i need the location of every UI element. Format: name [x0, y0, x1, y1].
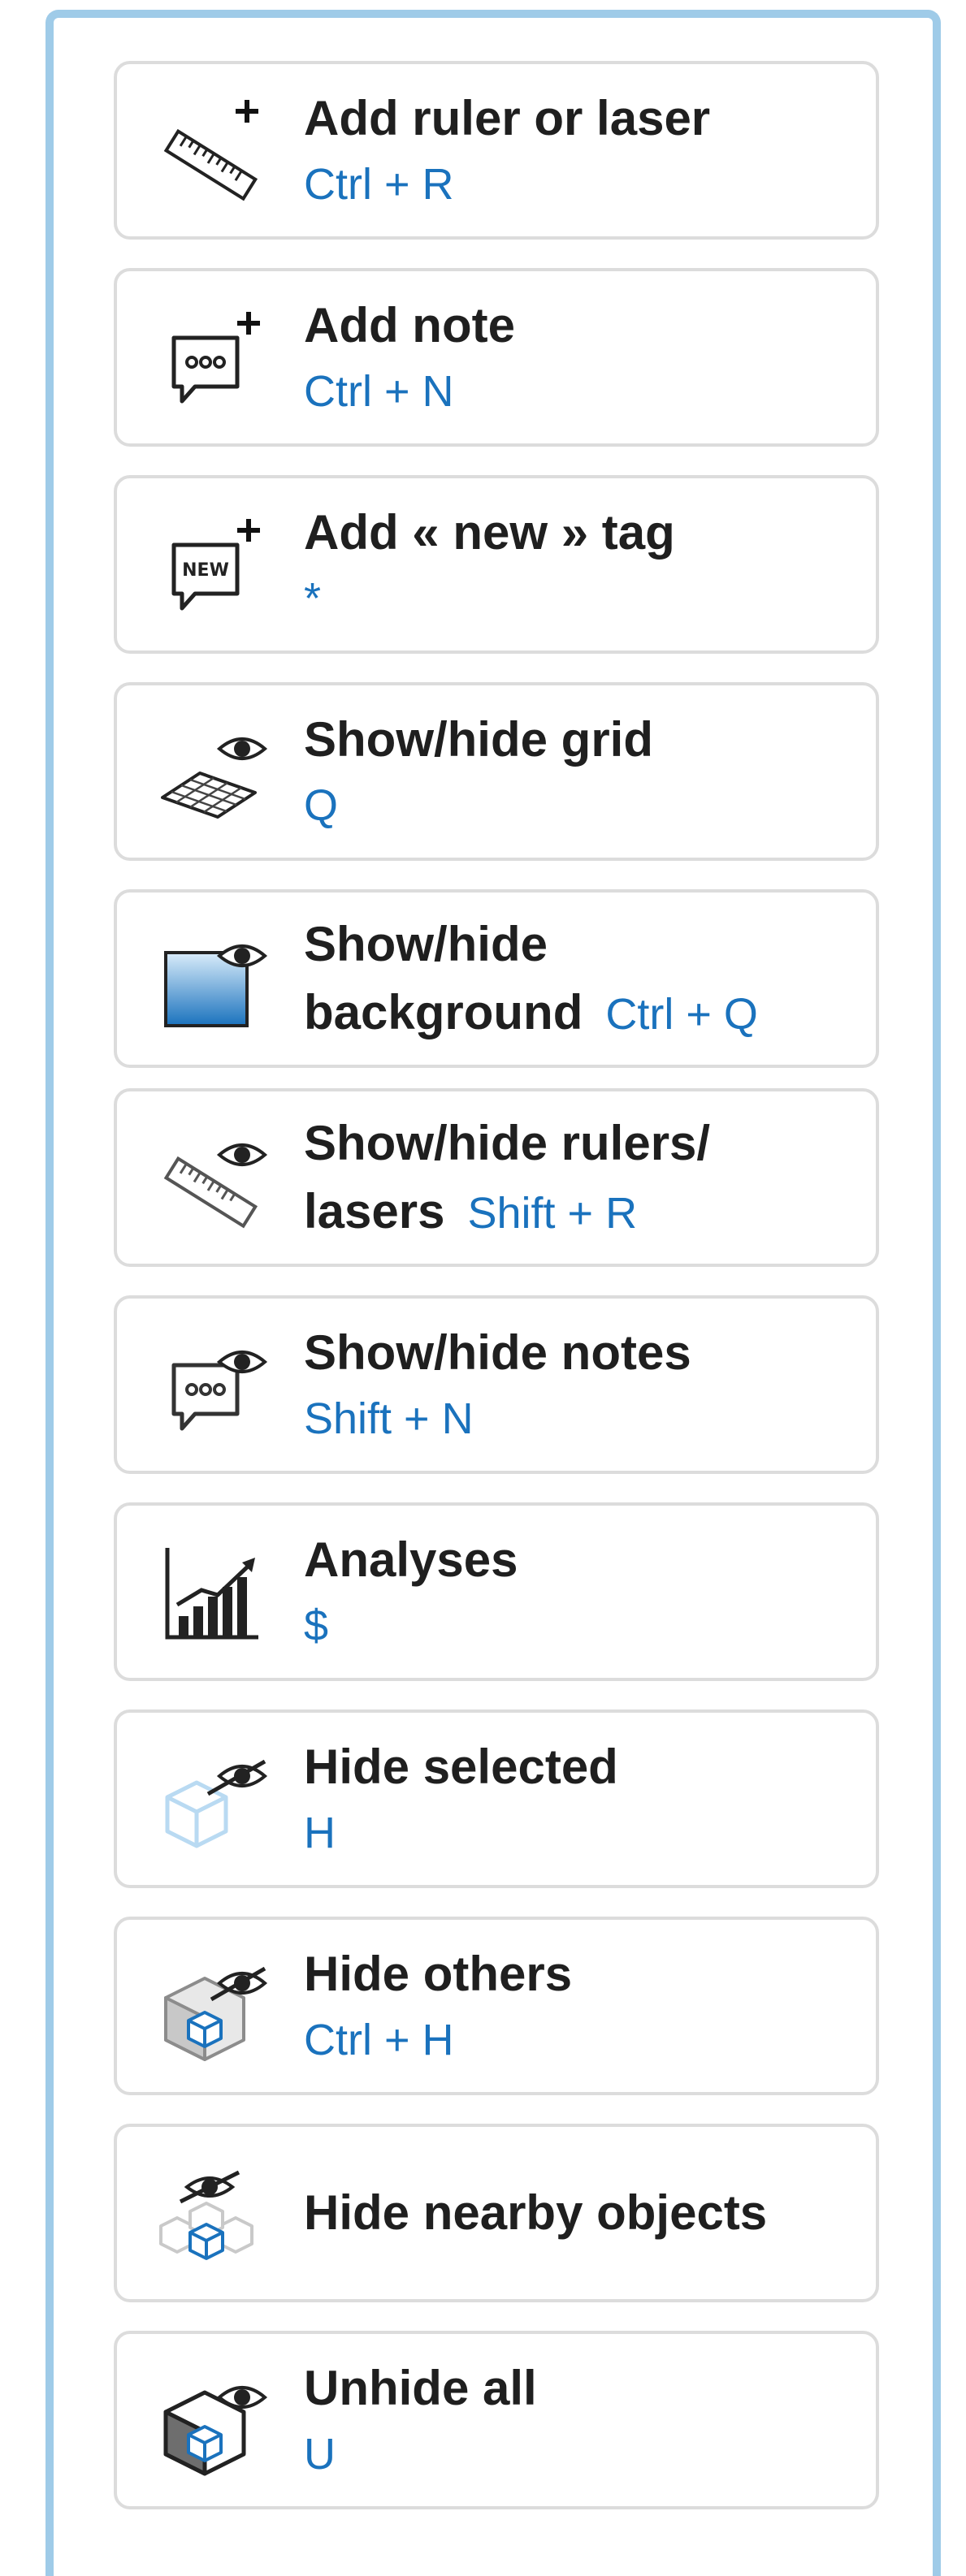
analyses-button[interactable]: Analyses $ — [114, 1502, 879, 1681]
hide-selected-button[interactable]: Hide selected H — [114, 1709, 879, 1888]
item-title: Hide others — [304, 1947, 573, 2001]
item-title: Add ruler or laser — [304, 91, 711, 145]
shortcut-label: Q — [304, 781, 339, 830]
item-title: Show/hide notes — [304, 1325, 691, 1380]
note-eye-icon — [158, 1329, 271, 1443]
item-title-line1: Show/hide rulers/ — [304, 1116, 711, 1170]
shortcut-label: Ctrl + H — [304, 2016, 454, 2064]
item-title: Analyses — [304, 1532, 518, 1587]
item-title: Add « new » tag — [304, 505, 675, 560]
hide-others-button[interactable]: Hide others Ctrl + H — [114, 1917, 879, 2095]
add-note-button[interactable]: Add note Ctrl + N — [114, 268, 879, 447]
bar-chart-icon — [158, 1537, 271, 1650]
unhide-all-button[interactable]: Unhide all U — [114, 2331, 879, 2509]
shortcut-label: Shift + R — [467, 1189, 638, 1238]
shortcut-label: Ctrl + N — [304, 367, 454, 416]
ruler-add-icon — [158, 95, 271, 209]
toggle-notes-button[interactable]: Show/hide notes Shift + N — [114, 1295, 879, 1474]
shortcut-label: * — [304, 574, 322, 623]
add-ruler-button[interactable]: Add ruler or laser Ctrl + R — [114, 61, 879, 240]
item-title-text: lasers — [304, 1184, 445, 1238]
item-title-line2: background Ctrl + Q — [304, 979, 856, 1047]
item-title: Add note — [304, 298, 515, 352]
unhide-all-icon — [158, 2365, 271, 2479]
item-title: Show/hide grid — [304, 712, 653, 767]
ruler-eye-icon — [158, 1122, 271, 1236]
shortcut-label: $ — [304, 1601, 329, 1650]
item-title: Unhide all — [304, 2361, 537, 2415]
shortcut-label: H — [304, 1809, 336, 1857]
hide-nearby-button[interactable]: Hide nearby objects — [114, 2124, 879, 2302]
add-new-tag-button[interactable]: NEW Add « new » tag * — [114, 475, 879, 654]
hide-nearby-icon — [158, 2158, 271, 2271]
item-title-line2: lasers Shift + R — [304, 1178, 856, 1246]
note-add-icon — [158, 302, 271, 416]
hide-selected-icon — [158, 1744, 271, 1857]
item-title-text: background — [304, 985, 583, 1039]
shortcut-label: Ctrl + Q — [605, 990, 758, 1039]
toggle-grid-button[interactable]: Show/hide grid Q — [114, 682, 879, 861]
new-tag-add-icon: NEW — [158, 509, 271, 623]
shortcut-label: U — [304, 2430, 336, 2479]
item-title-line1: Show/hide — [304, 917, 548, 971]
toggle-background-button[interactable]: Show/hide background Ctrl + Q — [114, 889, 879, 1068]
toggle-rulers-button[interactable]: Show/hide rulers/ lasers Shift + R — [114, 1088, 879, 1267]
background-eye-icon — [158, 923, 271, 1037]
grid-eye-icon — [158, 716, 271, 830]
item-title: Hide selected — [304, 1740, 618, 1794]
shortcut-label: Shift + N — [304, 1394, 474, 1443]
svg-text:NEW: NEW — [182, 560, 229, 581]
hide-others-icon — [158, 1951, 271, 2064]
item-title: Hide nearby objects — [304, 2185, 768, 2240]
shortcut-label: Ctrl + R — [304, 160, 454, 209]
